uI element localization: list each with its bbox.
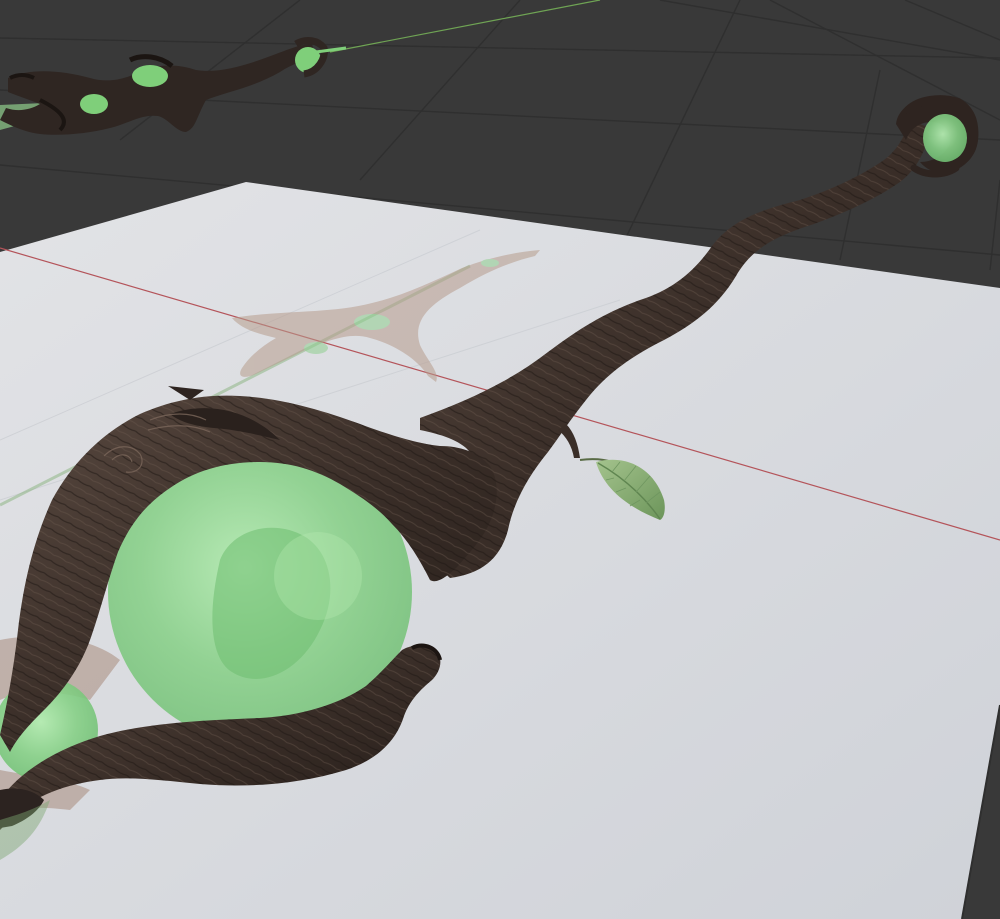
3d-viewport[interactable] (0, 0, 1000, 919)
background-orb-mid (132, 65, 168, 87)
viewport-scene[interactable] (0, 0, 1000, 919)
background-orb-small (80, 94, 108, 114)
tip-orb (923, 114, 967, 162)
